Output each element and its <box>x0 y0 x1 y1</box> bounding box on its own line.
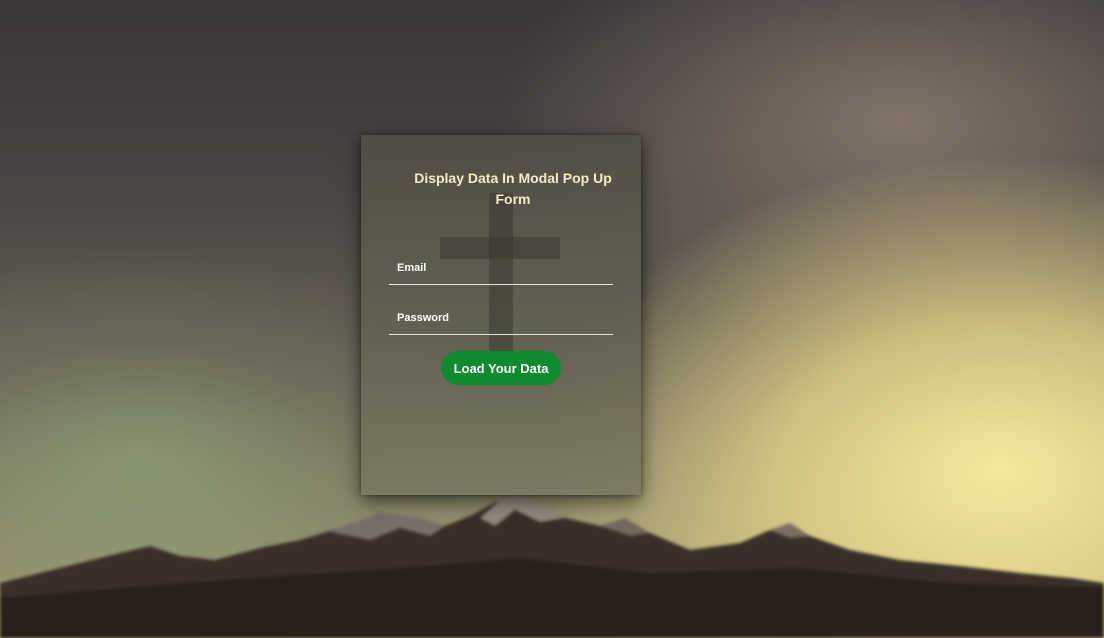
mountain-range-image <box>0 493 1104 638</box>
password-field-group: Password <box>389 306 613 335</box>
modal-form-card: Display Data In Modal Pop Up Form Email … <box>361 135 641 495</box>
load-data-button[interactable]: Load Your Data <box>441 351 561 385</box>
password-input[interactable] <box>389 306 613 334</box>
background-scene: Display Data In Modal Pop Up Form Email … <box>0 0 1104 638</box>
email-field-group: Email <box>389 256 613 285</box>
modal-title: Display Data In Modal Pop Up Form <box>414 170 612 207</box>
email-input[interactable] <box>389 256 613 284</box>
